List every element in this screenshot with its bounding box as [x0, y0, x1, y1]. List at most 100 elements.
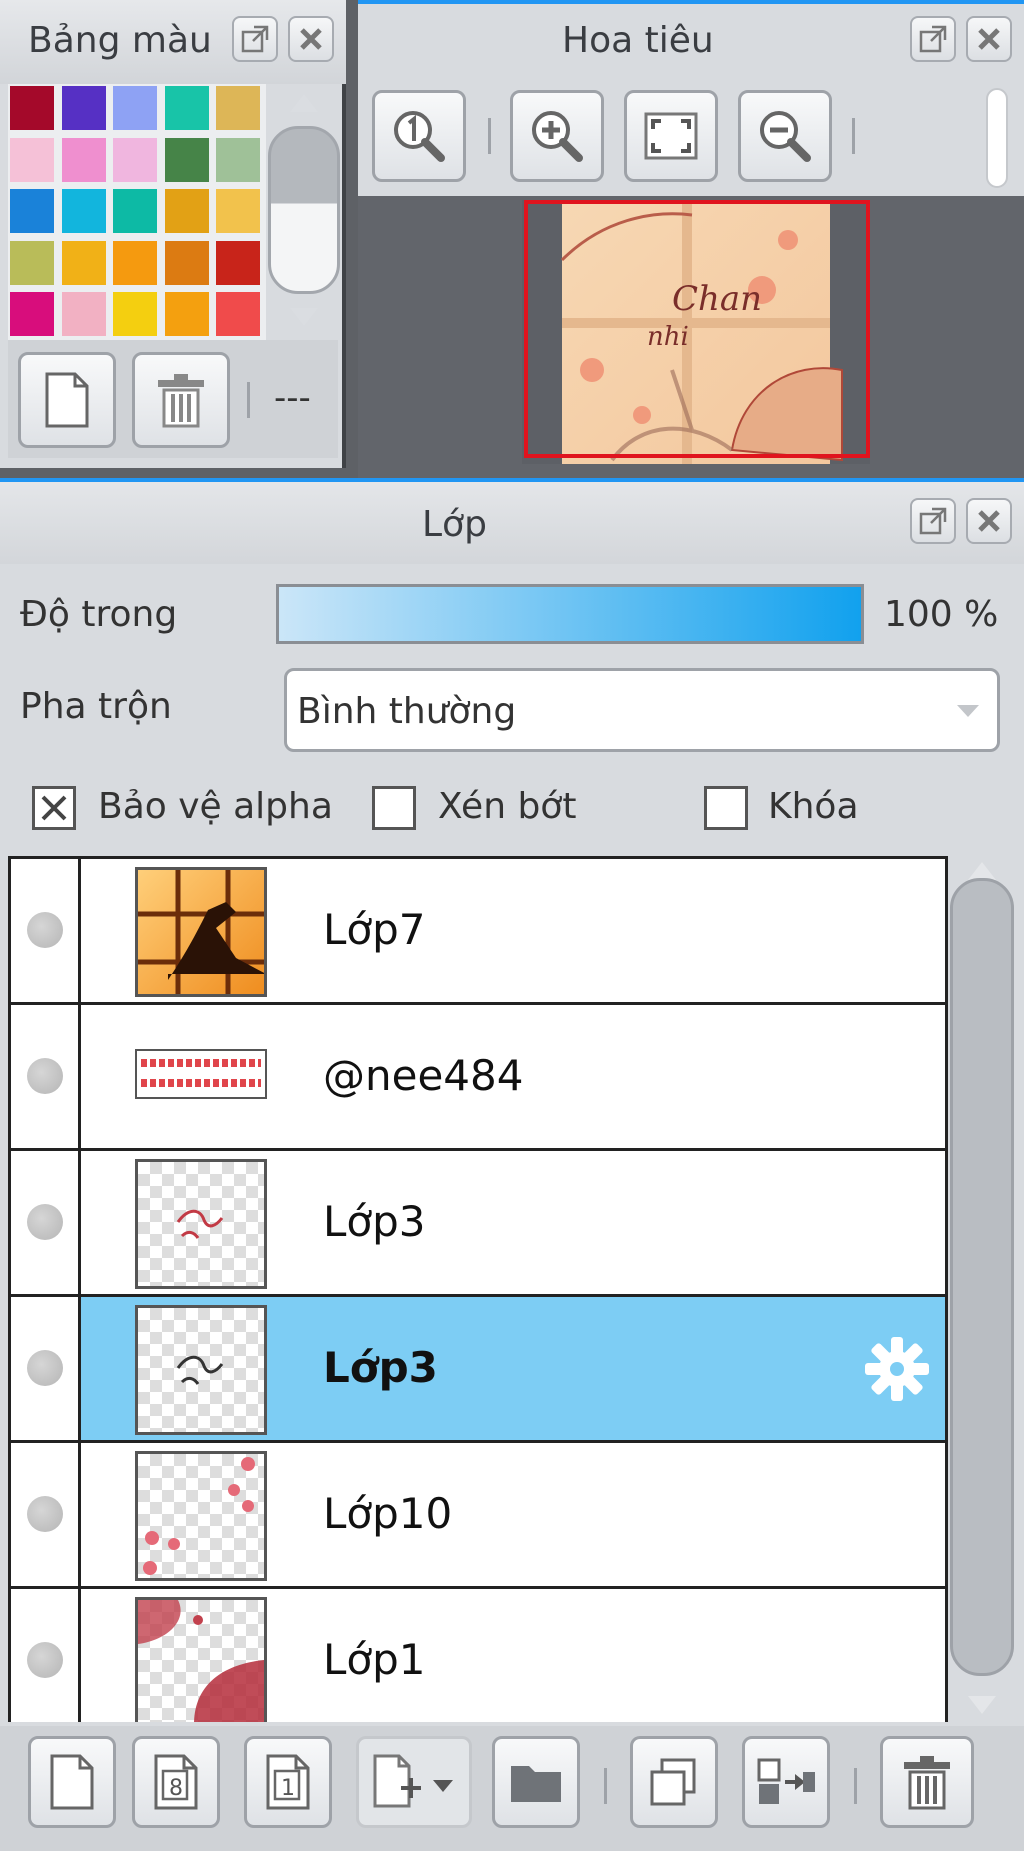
- zoom-out-button[interactable]: [738, 90, 832, 182]
- visibility-toggle[interactable]: [11, 1151, 81, 1294]
- layer-row[interactable]: Lớp10: [11, 1443, 945, 1589]
- zoom-in-button[interactable]: [510, 90, 604, 182]
- merge-down-icon: [757, 1758, 815, 1804]
- palette-scroll-thumb[interactable]: [268, 126, 340, 294]
- fit-to-window-button[interactable]: [624, 90, 718, 182]
- layer-row[interactable]: Lớp1: [11, 1589, 945, 1722]
- delete-layer-icon: [904, 1756, 950, 1810]
- color-swatch[interactable]: [61, 292, 106, 336]
- layer-thumbnail: [135, 1597, 267, 1722]
- scroll-down-icon[interactable]: [966, 1694, 998, 1718]
- color-swatch[interactable]: [10, 137, 54, 182]
- opacity-slider[interactable]: [276, 584, 864, 644]
- lock-checkbox[interactable]: [704, 786, 748, 830]
- protect-alpha-checkbox[interactable]: [32, 786, 76, 830]
- new-layer-button[interactable]: [28, 1736, 116, 1828]
- blend-mode-label: Pha trộn: [20, 686, 172, 727]
- add-layer-dropdown-icon: [373, 1754, 453, 1808]
- color-swatch[interactable]: [113, 292, 157, 336]
- visibility-toggle[interactable]: [11, 1005, 81, 1148]
- palette-scrollbar[interactable]: [268, 90, 340, 330]
- delete-swatch-button[interactable]: [132, 352, 230, 448]
- merge-down-button[interactable]: [742, 1736, 830, 1828]
- protect-alpha-label: Bảo vệ alpha: [98, 786, 333, 827]
- duplicate-layer-button[interactable]: [630, 1736, 718, 1828]
- close-icon[interactable]: [288, 16, 334, 62]
- color-swatch[interactable]: [216, 86, 260, 130]
- navigator-view-frame[interactable]: [524, 200, 870, 458]
- checkbox-x-icon: [41, 795, 67, 821]
- color-swatch[interactable]: [10, 86, 54, 130]
- color-swatch[interactable]: [216, 189, 260, 233]
- delete-layer-button[interactable]: [880, 1736, 974, 1828]
- color-swatch[interactable]: [216, 240, 260, 285]
- color-swatch[interactable]: [61, 240, 106, 285]
- layer-list: Lớp7 @nee484 Lớp3 Lớp3 Lớp10 Lớp1: [8, 856, 948, 1722]
- visibility-toggle[interactable]: [11, 1443, 81, 1586]
- svg-text:1: 1: [281, 1776, 295, 1801]
- gear-icon[interactable]: [863, 1335, 931, 1403]
- duplicate-icon: [650, 1758, 696, 1806]
- color-swatch[interactable]: [113, 240, 157, 285]
- visibility-dot-icon: [27, 912, 63, 948]
- layer-title: Lớp: [422, 504, 487, 545]
- color-swatch[interactable]: [164, 86, 209, 130]
- color-swatch[interactable]: [61, 189, 106, 233]
- swatch-dash-label: ---: [274, 378, 311, 418]
- new-swatch-button[interactable]: [18, 352, 116, 448]
- color-swatch[interactable]: [164, 292, 209, 336]
- color-swatch[interactable]: [164, 189, 209, 233]
- layer-row-selected[interactable]: Lớp3: [11, 1297, 945, 1443]
- zoom-actual-size-button[interactable]: [372, 90, 466, 182]
- layer-row[interactable]: Lớp7: [11, 859, 945, 1005]
- add-layer-dropdown-button[interactable]: [356, 1736, 472, 1828]
- color-swatch[interactable]: [216, 292, 260, 336]
- zoom-out-icon: [760, 111, 811, 162]
- layer-name: @nee484: [323, 1051, 524, 1100]
- layer-thumbnail: [135, 1049, 267, 1099]
- layer-row[interactable]: @nee484: [11, 1005, 945, 1151]
- scroll-down-icon[interactable]: [288, 306, 320, 330]
- new-1bit-layer-button[interactable]: 1: [244, 1736, 332, 1828]
- color-swatch[interactable]: [113, 86, 157, 130]
- popout-icon[interactable]: [232, 16, 278, 62]
- color-swatch[interactable]: [61, 86, 106, 130]
- nav-separator-1: [488, 118, 491, 154]
- layer-row[interactable]: Lớp3: [11, 1151, 945, 1297]
- color-swatch[interactable]: [61, 137, 106, 182]
- visibility-toggle[interactable]: [11, 1297, 81, 1440]
- layer-list-scrollbar[interactable]: [946, 858, 1018, 1722]
- color-swatch[interactable]: [10, 292, 54, 336]
- color-swatch[interactable]: [164, 137, 209, 182]
- close-icon[interactable]: [966, 16, 1012, 62]
- blend-mode-value: Bình thường: [297, 691, 517, 732]
- color-swatch[interactable]: [113, 137, 157, 182]
- layer-toolbar-separator-2: [854, 1768, 857, 1804]
- color-swatch[interactable]: [216, 137, 260, 182]
- visibility-dot-icon: [27, 1204, 63, 1240]
- blend-mode-select[interactable]: Bình thường: [284, 668, 1000, 752]
- palette-title: Bảng màu: [28, 20, 212, 61]
- new-1bit-layer-icon: 1: [266, 1754, 310, 1810]
- color-swatch[interactable]: [10, 240, 54, 285]
- palette-toolbar-separator: [247, 382, 250, 418]
- clip-checkbox[interactable]: [372, 786, 416, 830]
- chevron-down-icon: [957, 705, 979, 717]
- new-folder-button[interactable]: [492, 1736, 580, 1828]
- popout-icon[interactable]: [910, 498, 956, 544]
- visibility-toggle[interactable]: [11, 1589, 81, 1722]
- navigator-preview[interactable]: Chan nhi: [522, 200, 870, 464]
- new-8bit-layer-button[interactable]: 8: [132, 1736, 220, 1828]
- color-swatch[interactable]: [10, 189, 54, 233]
- visibility-dot-icon: [27, 1496, 63, 1532]
- popout-icon[interactable]: [910, 16, 956, 62]
- scroll-up-icon[interactable]: [288, 90, 320, 114]
- color-swatch[interactable]: [164, 240, 209, 285]
- trash-icon: [158, 374, 204, 428]
- layer-scroll-thumb[interactable]: [950, 878, 1014, 1676]
- close-icon[interactable]: [966, 498, 1012, 544]
- navigator-toolbar-scrollbar[interactable]: [986, 88, 1008, 188]
- opacity-slider-fill: [279, 587, 861, 641]
- visibility-toggle[interactable]: [11, 859, 81, 1002]
- color-swatch[interactable]: [113, 189, 157, 233]
